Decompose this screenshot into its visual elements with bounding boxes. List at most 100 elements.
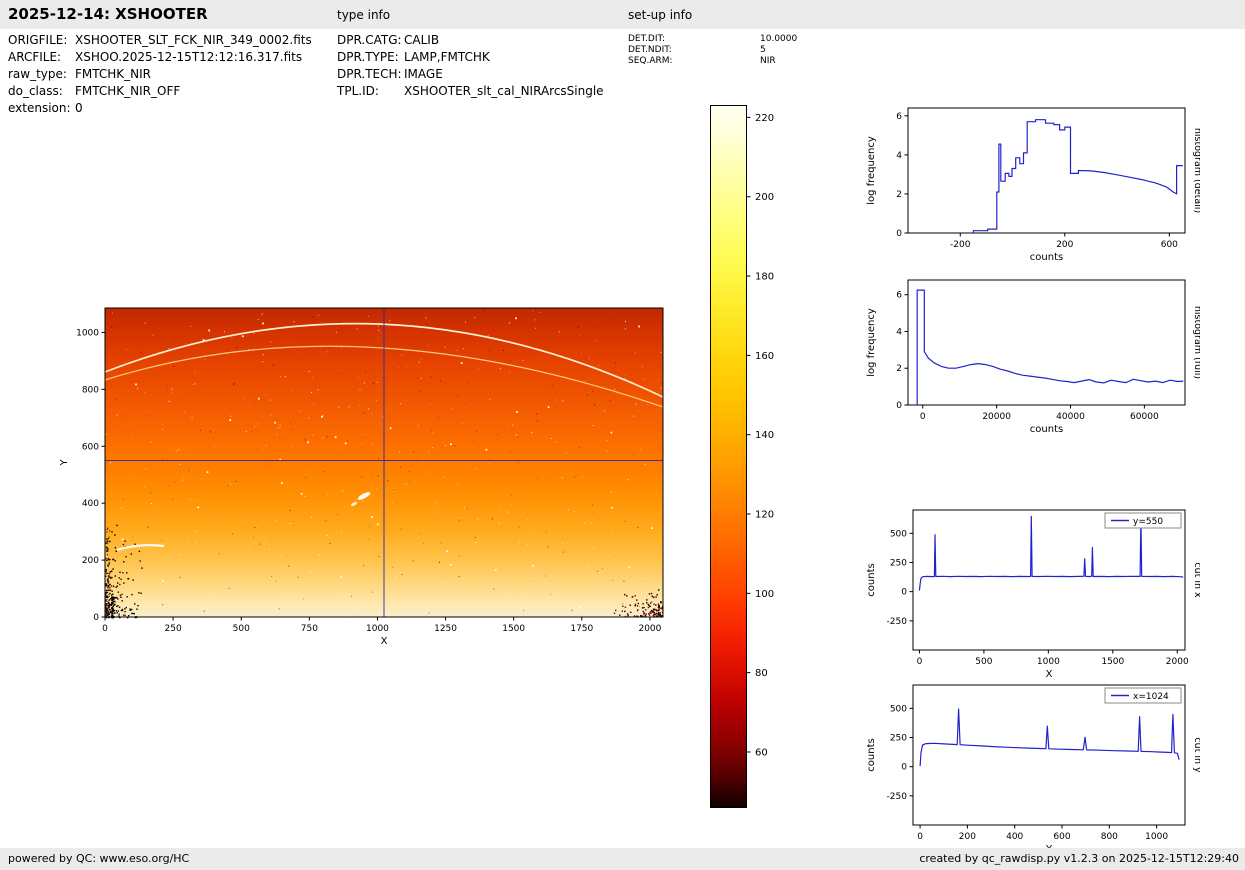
rect-shape — [398, 367, 399, 368]
rect-shape — [236, 347, 237, 348]
rect-shape — [622, 612, 623, 613]
y-tick-label: 1000 — [76, 328, 99, 338]
rect-shape — [139, 551, 140, 552]
axes-frame — [908, 108, 1185, 233]
rect-shape — [509, 584, 510, 585]
y-tick-label: 4 — [896, 151, 902, 161]
footer-bar: powered by QC: www.eso.org/HC created by… — [0, 848, 1245, 870]
rect-shape — [109, 596, 110, 597]
rect-shape — [431, 429, 432, 430]
rect-shape — [233, 384, 234, 385]
rect-shape — [286, 566, 287, 567]
rect-shape — [128, 578, 129, 579]
rect-shape — [111, 607, 113, 609]
rect-shape — [132, 437, 133, 438]
rect-shape — [401, 355, 402, 356]
x-tick-label: 1000 — [366, 624, 389, 634]
rect-shape — [407, 366, 408, 367]
rect-shape — [349, 406, 350, 407]
rect-shape — [392, 567, 393, 568]
x-tick-label: 40000 — [1056, 412, 1085, 422]
rect-shape — [589, 358, 590, 359]
rect-shape — [119, 614, 120, 615]
rect-shape — [288, 339, 289, 340]
rect-shape — [262, 323, 264, 325]
rect-shape — [438, 578, 439, 579]
rect-shape — [111, 531, 112, 532]
rect-shape — [219, 553, 220, 554]
rect-shape — [107, 603, 108, 604]
rect-shape — [213, 446, 214, 447]
header-bar: 2025-12-14: XSHOOTER type info set-up in… — [0, 0, 1245, 29]
rect-shape — [624, 594, 625, 595]
rect-shape — [553, 591, 554, 592]
rect-shape — [378, 330, 379, 331]
rect-shape — [626, 595, 627, 596]
rect-shape — [382, 573, 383, 574]
rect-shape — [161, 540, 162, 541]
rect-shape — [140, 352, 141, 353]
rect-shape — [312, 377, 313, 378]
rect-shape — [361, 476, 362, 477]
rect-shape — [106, 608, 108, 610]
rect-shape — [147, 527, 148, 528]
rect-shape — [658, 605, 659, 606]
rect-shape — [417, 378, 418, 379]
histogram-full-plot: 02000040000600000246countslog frequencyh… — [862, 272, 1200, 440]
rect-shape — [556, 560, 557, 561]
rect-shape — [162, 429, 163, 430]
rect-shape — [509, 371, 510, 372]
rect-shape — [660, 615, 661, 616]
rect-shape — [133, 579, 134, 580]
rect-shape — [131, 613, 132, 614]
rect-shape — [194, 372, 195, 373]
rect-shape — [633, 416, 634, 417]
rect-shape — [526, 594, 527, 595]
rect-shape — [111, 571, 112, 572]
rect-shape — [378, 475, 379, 476]
y-tick-label: 2 — [896, 190, 902, 200]
y-tick-label: 0 — [896, 229, 902, 239]
rect-shape — [132, 537, 133, 538]
rect-shape — [342, 454, 343, 455]
rect-shape — [107, 528, 108, 529]
y-tick-label: 500 — [890, 704, 907, 714]
rect-shape — [363, 565, 364, 566]
rect-shape — [492, 518, 493, 519]
rect-shape — [640, 449, 641, 450]
x-tick-label: 1750 — [570, 624, 593, 634]
x-tick-label: 20000 — [982, 412, 1011, 422]
rect-shape — [529, 578, 530, 579]
rect-shape — [579, 447, 580, 448]
x-tick-label: 0 — [102, 624, 108, 634]
rect-shape — [122, 600, 123, 601]
rect-shape — [643, 611, 644, 612]
y-tick-label: 250 — [890, 734, 907, 744]
rect-shape — [118, 615, 119, 616]
rect-shape — [271, 574, 272, 575]
rect-shape — [606, 440, 607, 441]
rect-shape — [377, 523, 379, 525]
rect-shape — [115, 560, 116, 561]
rect-shape — [107, 529, 108, 530]
rect-shape — [308, 417, 309, 418]
rect-shape — [276, 581, 277, 582]
rect-shape — [169, 485, 170, 486]
rect-shape — [109, 609, 110, 610]
rect-shape — [474, 615, 475, 616]
rect-shape — [625, 607, 626, 608]
rect-shape — [117, 598, 118, 599]
rect-shape — [193, 384, 194, 385]
rect-shape — [310, 469, 311, 470]
rect-shape — [588, 310, 589, 311]
rect-shape — [172, 389, 173, 390]
rect-shape — [360, 389, 361, 390]
rect-shape — [613, 318, 614, 319]
rect-shape — [318, 554, 319, 555]
x-tick-label: 2000 — [1166, 657, 1189, 667]
rect-shape — [171, 392, 172, 393]
rect-shape — [648, 604, 649, 605]
rect-shape — [406, 483, 407, 484]
rect-shape — [276, 520, 277, 521]
rect-shape — [183, 477, 184, 478]
